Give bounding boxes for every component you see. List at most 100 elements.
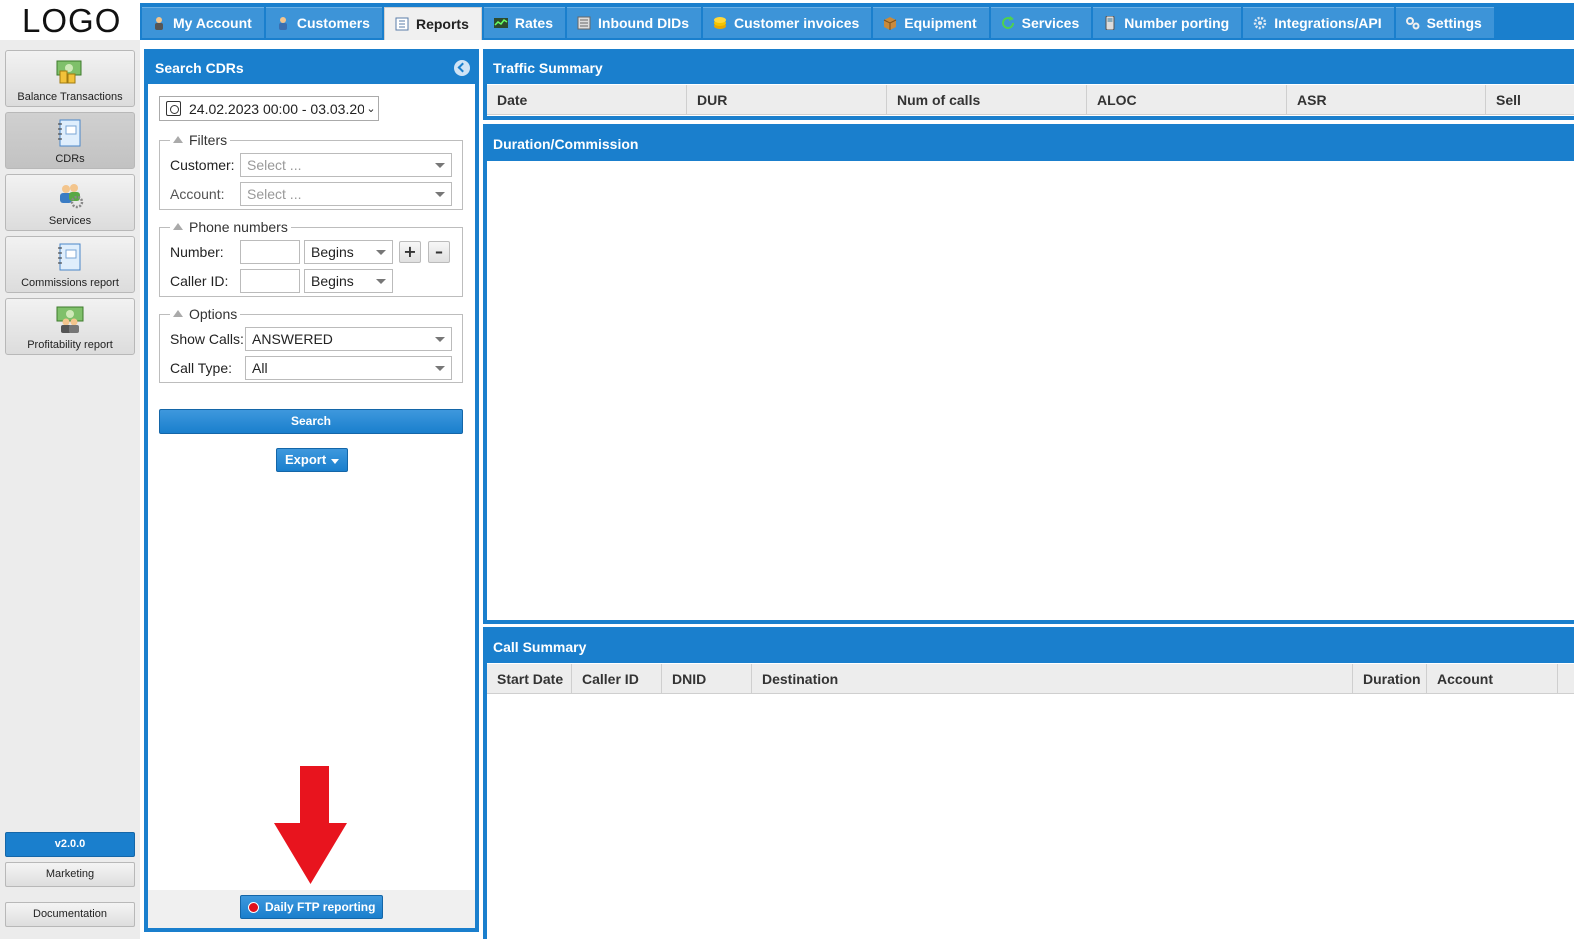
search-panel-title: Search CDRs [155,60,244,76]
chevron-down-icon: ⌄ [366,103,376,115]
caller-id-label: Caller ID: [170,273,229,289]
customer-placeholder: Select ... [247,157,302,173]
options-group: Options Show Calls: ANSWERED Call Type: … [159,306,463,383]
tab-equipment[interactable]: Equipment [873,7,989,38]
main-tabs: My Account Customers Reports Rates Inbou… [142,7,1496,40]
tab-label: Settings [1426,15,1482,31]
daily-ftp-reporting-label: Daily FTP reporting [265,900,376,914]
customer-select[interactable]: Select ... [240,153,452,177]
tab-customers[interactable]: Customers [265,7,382,38]
marketing-button[interactable]: Marketing [5,862,135,887]
column-header[interactable]: Num of calls [887,85,1087,115]
tab-label: Customers [296,15,370,31]
money-icon [56,60,82,84]
collapse-triangle-icon [173,223,183,230]
sidebar-item-cdrs[interactable]: CDRs [5,112,135,169]
column-header[interactable]: Start Date [487,664,572,694]
number-match-select[interactable]: Begins [304,240,393,264]
tab-my-account[interactable]: My Account [142,7,264,38]
column-header[interactable]: Date [487,85,687,115]
tab-number-porting[interactable]: Number porting [1093,7,1242,38]
traffic-summary-columns: Date DUR Num of calls ALOC ASR Sell [487,85,1574,115]
caret-down-icon [435,163,445,168]
tab-label: Number porting [1124,15,1230,31]
tab-settings[interactable]: Settings [1395,7,1494,38]
sidebar-item-services[interactable]: Services [5,174,135,231]
notebook-icon [58,243,81,271]
report-sidebar: Balance Transactions CDRs Services Commi… [0,40,140,939]
number-label: Number: [170,244,224,260]
options-legend[interactable]: Options [170,306,240,322]
top-bar: LOGO My Account Customers Reports Rates … [0,0,1574,40]
search-button[interactable]: Search [159,409,463,434]
gear-icon [1253,16,1267,30]
status-dot-icon [248,902,259,913]
caller-id-match-select[interactable]: Begins [304,269,393,293]
call-type-value: All [252,360,268,376]
show-calls-label: Show Calls: [170,331,244,347]
traffic-summary-panel: Traffic Summary Date DUR Num of calls AL… [483,49,1574,120]
call-summary-header: Call Summary [487,631,1574,663]
number-input[interactable] [240,240,300,264]
tab-label: Inbound DIDs [598,15,690,31]
collapse-icon[interactable] [454,60,470,76]
sidebar-item-profitability-report[interactable]: Profitability report [5,298,135,355]
phone-numbers-legend[interactable]: Phone numbers [170,219,291,235]
gears-icon [1405,17,1420,30]
column-header[interactable]: Account [1427,664,1558,694]
column-header[interactable]: Duration [1353,664,1427,694]
person-icon [278,17,287,30]
tab-reports[interactable]: Reports [383,7,482,40]
account-select[interactable]: Select ... [240,182,452,206]
sidebar-item-label: CDRs [55,153,85,165]
customer-label: Customer: [170,157,235,173]
tab-label: My Account [173,15,252,31]
column-header[interactable]: DUR [687,85,887,115]
account-placeholder: Select ... [247,186,302,202]
column-header[interactable]: ASR [1287,85,1486,115]
column-header[interactable]: DNID [662,664,752,694]
tab-integrations-api[interactable]: Integrations/API [1243,7,1394,38]
coins-icon [714,17,727,29]
tab-label: Customer invoices [734,15,860,31]
column-header[interactable]: ALOC [1087,85,1287,115]
call-type-select[interactable]: All [245,356,452,380]
caret-down-icon [376,279,386,284]
date-range-picker[interactable]: 24.02.2023 00:00 - 03.03.2023 ⌄ [159,96,379,121]
show-calls-row: Show Calls: [170,327,244,351]
duration-commission-panel: Duration/Commission [483,124,1574,624]
add-number-button[interactable]: + [399,241,421,263]
users-gear-icon [60,184,84,209]
daily-ftp-reporting-button[interactable]: Daily FTP reporting [240,895,383,919]
column-header[interactable]: Caller ID [572,664,662,694]
notebook-icon [58,119,81,147]
phone-icon [1105,16,1115,30]
export-button[interactable]: Export [276,448,348,472]
tab-inbound-dids[interactable]: Inbound DIDs [567,7,702,38]
options-legend-label: Options [189,306,238,322]
column-header[interactable]: Sell [1486,85,1574,115]
person-icon [155,17,163,30]
tab-customer-invoices[interactable]: Customer invoices [703,7,872,38]
column-header[interactable]: Destination [752,664,1353,694]
caller-id-input[interactable] [240,269,300,293]
show-calls-select[interactable]: ANSWERED [245,327,452,351]
filters-legend[interactable]: Filters [170,132,230,148]
duration-commission-header: Duration/Commission [487,128,1574,161]
report-icon [395,17,409,31]
money-people-icon [56,306,84,333]
call-summary-columns: Start Date Caller ID DNID Destination Du… [487,664,1574,694]
version-badge: v2.0.0 [5,832,135,857]
tab-services[interactable]: Services [990,7,1092,38]
remove-number-button[interactable]: – [428,241,450,263]
tab-label: Rates [514,15,554,31]
box-icon [884,17,897,30]
date-range-value: 24.02.2023 00:00 - 03.03.2023 [189,100,364,117]
number-match-value: Begins [311,244,354,260]
sidebar-item-balance-transactions[interactable]: Balance Transactions [5,50,135,107]
sidebar-item-commissions-report[interactable]: Commissions report [5,236,135,293]
tab-rates[interactable]: Rates [483,7,566,38]
refresh-icon [1001,16,1014,29]
documentation-button[interactable]: Documentation [5,902,135,927]
caret-down-icon [331,459,339,464]
